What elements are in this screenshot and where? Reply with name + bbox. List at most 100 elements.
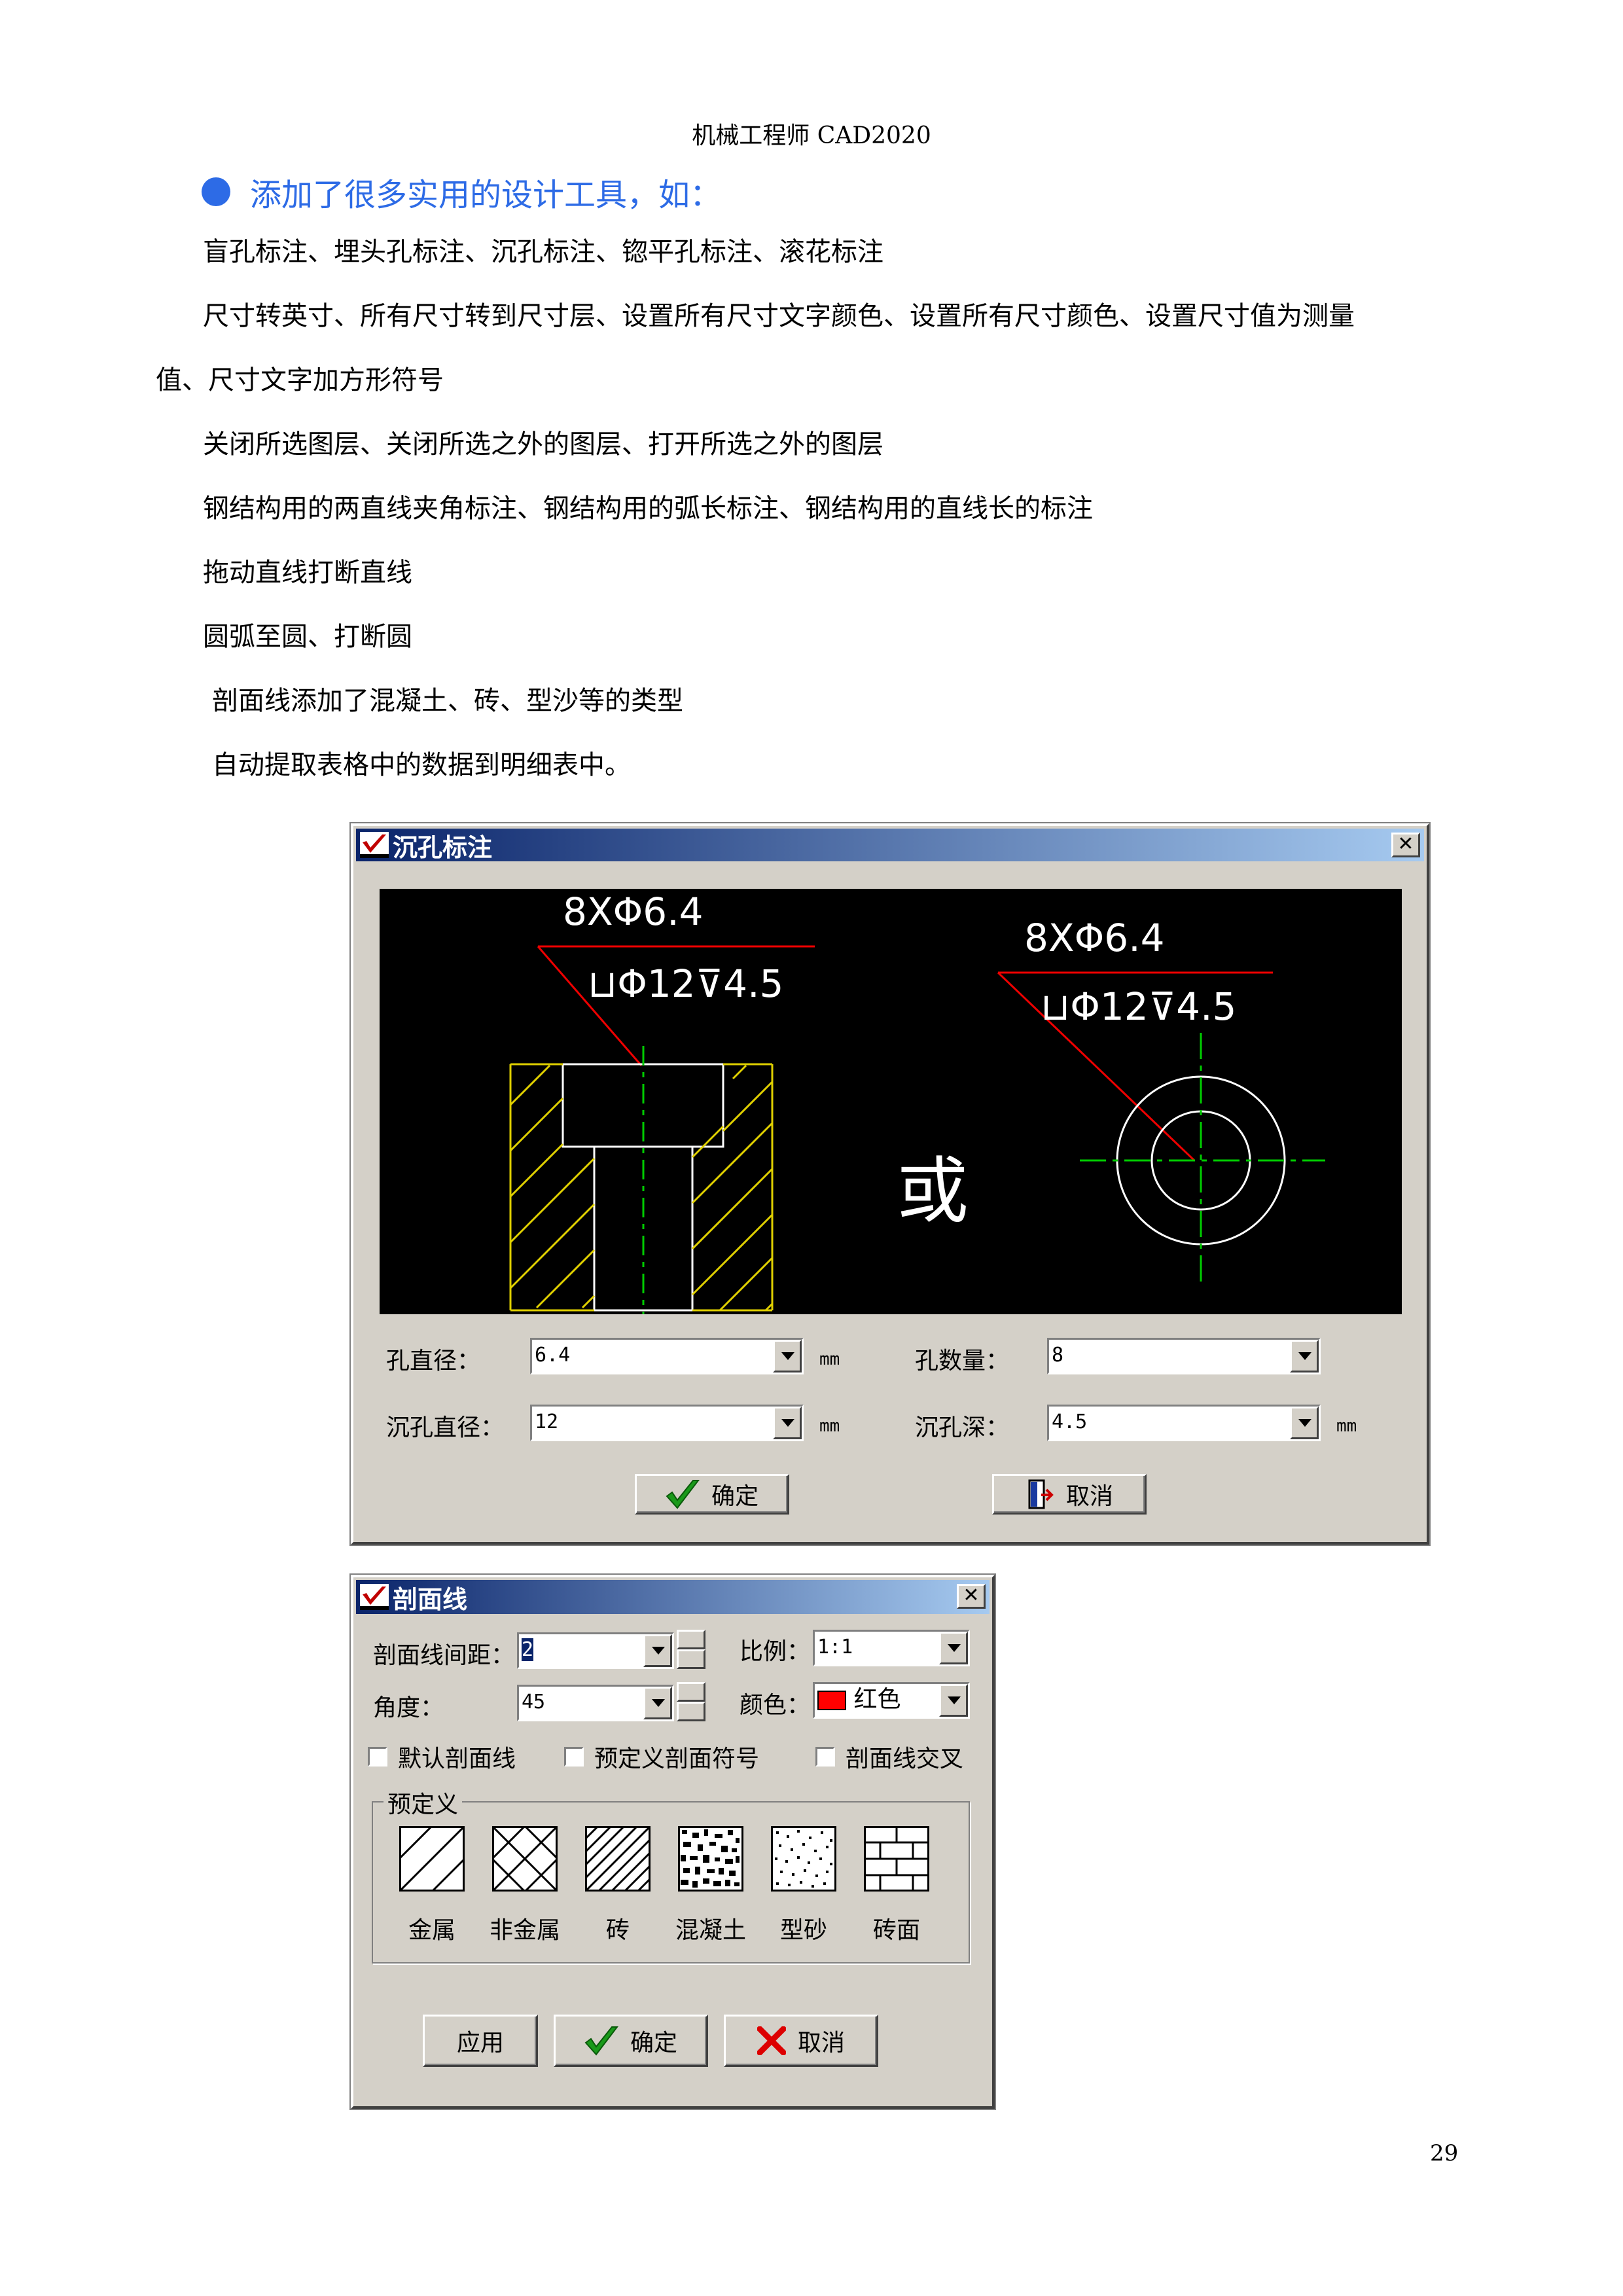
counterbore-dialog: 沉孔标注 ✕ 8XΦ6.4 ⊔Φ12⊽4.5 或 8XΦ6.4 ⊔Φ12⊽4.5…: [351, 823, 1429, 1545]
checkmark-icon: [666, 1480, 700, 1509]
counterbore-diameter-unit: mm: [819, 1416, 840, 1436]
paragraph-dimension-tools: 尺寸转英寸、所有尺寸转到尺寸层、设置所有尺寸文字颜色、设置所有尺寸颜色、设置尺寸…: [203, 301, 1355, 331]
hatch-color-combo[interactable]: 红色: [813, 1682, 970, 1719]
hole-diameter-unit: mm: [819, 1350, 840, 1369]
checkmark-icon: [584, 2026, 618, 2056]
hatch-scale-value: 1:1: [817, 1636, 853, 1659]
paragraph-layer-tools: 关闭所选图层、关闭所选之外的图层、打开所选之外的图层: [203, 429, 883, 459]
checkbox-box[interactable]: [564, 1747, 584, 1767]
chevron-down-icon[interactable]: [939, 1632, 968, 1664]
cancel-button[interactable]: 取消: [724, 2015, 878, 2067]
pattern-label-concrete: 混凝土: [675, 1917, 746, 1944]
pattern-label-brick-face: 砖面: [872, 1917, 920, 1944]
apply-button-label: 应用: [456, 2030, 504, 2056]
paragraph-table-extract: 自动提取表格中的数据到明细表中。: [212, 750, 631, 780]
page-header: 机械工程师 CAD2020: [692, 122, 931, 149]
section-heading-text: 添加了很多实用的设计工具，如：: [250, 177, 722, 213]
hole-count-label: 孔数量：: [915, 1348, 1010, 1374]
brick-face-pattern-icon[interactable]: [864, 1826, 929, 1892]
chevron-down-icon[interactable]: [773, 1340, 802, 1372]
counterbore-depth-label: 沉孔深：: [915, 1414, 1010, 1441]
cancel-button-label: 取消: [797, 2030, 845, 2056]
app-logo-icon: [360, 1584, 389, 1610]
pattern-label-sand: 型砂: [779, 1917, 827, 1944]
x-mark-icon: [757, 2026, 786, 2055]
counterbore-diameter-value: 12: [535, 1410, 559, 1433]
predefined-symbol-checkbox[interactable]: 预定义剖面符号: [564, 1740, 759, 1774]
cancel-button[interactable]: 取消: [992, 1474, 1147, 1515]
hole-diameter-value: 6.4: [535, 1344, 571, 1367]
brick-hatch-pattern-icon[interactable]: [585, 1826, 651, 1892]
hatch-color-label: 颜色：: [740, 1692, 811, 1719]
pattern-label-nonmetal: 非金属: [489, 1917, 560, 1944]
hatch-angle-label: 角度：: [373, 1695, 444, 1721]
counterbore-depth-value: 4.5: [1052, 1410, 1088, 1433]
preview-left-callout-bottom: ⊔Φ12⊽4.5: [588, 961, 783, 1006]
close-icon: ✕: [963, 1584, 980, 1607]
dialog-title: 剖面线: [393, 1585, 468, 1614]
paragraph-hole-annotations: 盲孔标注、埋头孔标注、沉孔标注、锪平孔标注、滚花标注: [203, 237, 883, 267]
spin-down-icon[interactable]: [677, 1649, 705, 1669]
color-swatch: [817, 1691, 846, 1710]
metal-pattern-icon[interactable]: [399, 1826, 465, 1892]
app-logo-icon: [360, 832, 389, 858]
hatch-spacing-value: 2: [522, 1638, 534, 1661]
hole-count-combo[interactable]: 8: [1047, 1338, 1321, 1374]
chevron-down-icon[interactable]: [1290, 1407, 1319, 1439]
hatch-dialog-titlebar[interactable]: 剖面线 ✕: [356, 1580, 990, 1614]
sand-pattern-icon[interactable]: [771, 1826, 836, 1892]
hatch-spacing-spinner[interactable]: [677, 1630, 705, 1670]
spin-down-icon[interactable]: [677, 1702, 705, 1721]
hatch-dialog: 剖面线 ✕ 剖面线间距： 2 角度： 45 比例： 1:1 颜色： 红色 默认剖…: [351, 1575, 995, 2109]
close-button[interactable]: ✕: [1391, 833, 1420, 857]
hatch-scale-combo[interactable]: 1:1: [813, 1630, 970, 1666]
dialog-title: 沉孔标注: [393, 833, 493, 862]
hatch-cross-checkbox[interactable]: 剖面线交叉: [815, 1740, 979, 1774]
page-number: 29: [1430, 2140, 1459, 2166]
counterbore-diameter-combo[interactable]: 12: [530, 1405, 804, 1441]
chevron-down-icon[interactable]: [939, 1684, 968, 1717]
hatch-angle-value: 45: [522, 1691, 546, 1713]
spin-up-icon[interactable]: [677, 1630, 705, 1649]
counterbore-dialog-titlebar[interactable]: 沉孔标注 ✕: [356, 829, 1424, 862]
hole-count-value: 8: [1052, 1344, 1064, 1367]
pattern-label-metal: 金属: [408, 1917, 455, 1944]
counterbore-depth-combo[interactable]: 4.5: [1047, 1405, 1321, 1441]
spin-up-icon[interactable]: [677, 1682, 705, 1702]
chevron-down-icon[interactable]: [773, 1407, 802, 1439]
paragraph-steel-annotations: 钢结构用的两直线夹角标注、钢结构用的弧长标注、钢结构用的直线长的标注: [203, 493, 1093, 524]
predefined-symbol-label: 预定义剖面符号: [594, 1746, 760, 1772]
close-icon: ✕: [1397, 833, 1414, 855]
checkbox-box[interactable]: [815, 1747, 835, 1767]
apply-button[interactable]: 应用: [423, 2015, 538, 2067]
chevron-down-icon[interactable]: [643, 1634, 672, 1667]
counterbore-depth-unit: mm: [1336, 1416, 1357, 1436]
ok-button[interactable]: 确定: [635, 1474, 789, 1515]
hatch-cross-label: 剖面线交叉: [846, 1746, 964, 1772]
hatch-spacing-combo[interactable]: 2: [517, 1632, 674, 1669]
preview-right-callout-bottom: ⊔Φ12⊽4.5: [1041, 984, 1236, 1029]
preview-or-text: 或: [897, 1149, 969, 1233]
hatch-angle-spinner[interactable]: [677, 1682, 705, 1723]
hatch-scale-label: 比例：: [740, 1638, 811, 1665]
hole-diameter-combo[interactable]: 6.4: [530, 1338, 804, 1374]
preview-left-callout-top: 8XΦ6.4: [563, 889, 704, 934]
hatch-spacing-label: 剖面线间距：: [373, 1642, 515, 1669]
ok-button-label: 确定: [711, 1483, 758, 1510]
default-hatch-label: 默认剖面线: [398, 1746, 516, 1772]
hatch-angle-combo[interactable]: 45: [517, 1685, 674, 1721]
ok-button[interactable]: 确定: [554, 2015, 708, 2067]
paragraph-arc-circle: 圆弧至圆、打断圆: [203, 622, 412, 652]
preview-right-callout-top: 8XΦ6.4: [1024, 916, 1165, 960]
default-hatch-checkbox[interactable]: 默认剖面线: [368, 1740, 516, 1774]
concrete-pattern-icon[interactable]: [678, 1826, 743, 1892]
paragraph-dimension-tools-cont: 值、尺寸文字加方形符号: [156, 365, 444, 395]
close-button[interactable]: ✕: [957, 1584, 986, 1609]
cancel-button-label: 取消: [1065, 1483, 1113, 1510]
nonmetal-pattern-icon[interactable]: [492, 1826, 558, 1892]
pattern-label-brick: 砖: [605, 1917, 630, 1944]
chevron-down-icon[interactable]: [1290, 1340, 1319, 1372]
checkbox-box[interactable]: [368, 1747, 387, 1767]
chevron-down-icon[interactable]: [643, 1687, 672, 1719]
ok-button-label: 确定: [630, 2030, 677, 2056]
